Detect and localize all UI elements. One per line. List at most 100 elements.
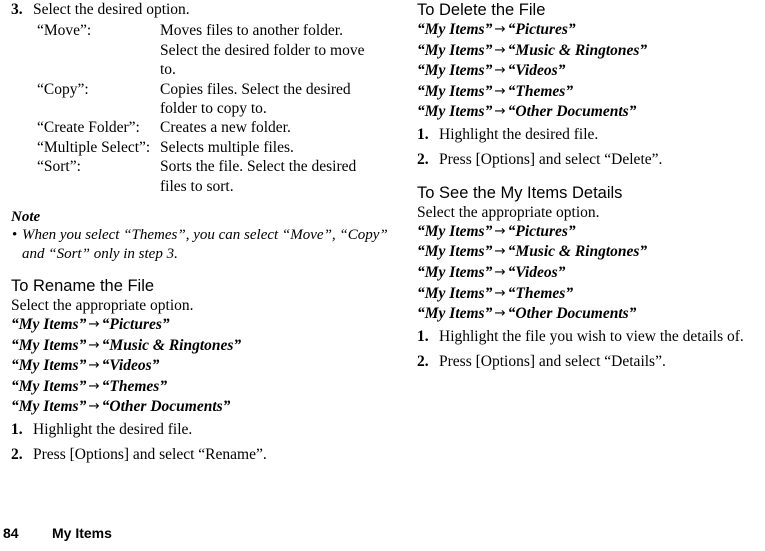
option-term: “Sort”: — [37, 158, 81, 176]
manual-page: 3. Select the desired option. “Move”: Mo… — [0, 0, 765, 551]
section-heading-delete: To Delete the File — [417, 1, 546, 19]
arrow-right-icon: → — [88, 377, 100, 394]
rename-steps: 1. Highlight the desired file. 2. Press … — [0, 420, 400, 465]
list-item: 2. Press [Options] and select “Rename”. — [0, 445, 400, 464]
note-title: Note — [11, 209, 41, 226]
table-row: “Sort”: Sorts the file. Select the desir… — [0, 157, 375, 196]
nav-path: “My Items” → “Pictures” — [0, 315, 400, 336]
arrow-right-icon: → — [494, 243, 506, 260]
list-item: 1. Highlight the desired file. — [0, 420, 400, 439]
step-number: 1. — [417, 327, 429, 345]
option-description: Copies files. Select the desired folder … — [160, 80, 351, 118]
list-item: 2. Press [Options] and select “Delete”. — [417, 150, 765, 169]
bullet-icon: • — [12, 227, 18, 244]
option-description: Moves files to another folder. Select th… — [160, 22, 365, 79]
page-number: 84 — [3, 525, 19, 541]
path-root: “My Items” — [11, 336, 87, 354]
step-text: Highlight the file you wish to view the … — [439, 327, 744, 345]
option-term: “Copy”: — [37, 80, 89, 98]
path-root: “My Items” — [417, 305, 493, 323]
path-root: “My Items” — [417, 103, 493, 121]
table-row: “Copy”: Copies files. Select the desired… — [0, 80, 375, 119]
arrow-right-icon: → — [494, 82, 506, 99]
step-text: Select the desired option. — [33, 1, 190, 18]
list-item: 2. Press [Options] and select “Details”. — [417, 352, 765, 371]
path-root: “My Items” — [417, 263, 493, 281]
arrow-right-icon: → — [494, 62, 506, 79]
nav-path: “My Items” → “Music & Ringtones” — [417, 41, 765, 62]
step-number: 2. — [417, 353, 429, 371]
path-root: “My Items” — [417, 21, 493, 38]
path-target: “Music & Ringtones” — [507, 243, 648, 261]
page-footer: 84 My Items — [0, 523, 765, 543]
arrow-right-icon: → — [494, 21, 506, 37]
step-text: Press [Options] and select “Delete”. — [439, 151, 663, 169]
path-target: “Themes” — [507, 284, 574, 302]
arrow-right-icon: → — [494, 222, 506, 239]
details-steps: 1. Highlight the file you wish to view t… — [417, 327, 765, 372]
option-description: Sorts the file. Select the desired files… — [160, 158, 357, 195]
option-description: Selects multiple files. — [160, 138, 294, 156]
nav-path: “My Items” → “Videos” — [417, 263, 765, 284]
table-row: “Create Folder”: Creates a new folder. — [0, 118, 375, 137]
arrow-right-icon: → — [494, 284, 506, 301]
section-heading-rename: To Rename the File — [11, 277, 155, 296]
arrow-right-icon: → — [88, 316, 100, 333]
path-root: “My Items” — [11, 316, 87, 334]
step-number: 2. — [11, 446, 23, 464]
path-target: “Videos” — [507, 62, 566, 80]
arrow-right-icon: → — [494, 305, 506, 322]
path-target: “Other Documents” — [507, 305, 637, 323]
path-root: “My Items” — [417, 284, 493, 302]
step-number: 3. — [11, 1, 23, 18]
step-text: Highlight the desired file. — [33, 421, 193, 439]
arrow-right-icon: → — [494, 41, 506, 58]
step-text: Highlight the desired file. — [439, 125, 599, 143]
list-item: 1. Highlight the desired file. — [417, 125, 765, 144]
step-text: Press [Options] and select “Details”. — [439, 353, 666, 371]
option-term: “Move”: — [37, 22, 92, 40]
note-item: • When you select “Themes”, you can sele… — [0, 226, 400, 263]
nav-path: “My Items” → “Themes” — [0, 377, 400, 398]
arrow-right-icon: → — [494, 103, 506, 120]
nav-path: “My Items” → “Videos” — [417, 61, 765, 82]
path-root: “My Items” — [417, 243, 493, 261]
nav-path: “My Items” → “Music & Ringtones” — [417, 242, 765, 263]
path-root: “My Items” — [11, 377, 87, 395]
nav-path: “My Items” → “Pictures” — [417, 20, 765, 41]
step-3: 3. Select the desired option. — [0, 0, 400, 19]
path-target: “Music & Ringtones” — [507, 41, 648, 59]
arrow-right-icon: → — [88, 336, 100, 353]
nav-path: “My Items” → “Other Documents” — [417, 102, 765, 123]
step-number: 2. — [417, 151, 429, 169]
nav-path: “My Items” → “Videos” — [0, 356, 400, 377]
left-column: 3. Select the desired option. “Move”: Mo… — [0, 0, 400, 465]
option-term: “Multiple Select”: — [37, 138, 151, 156]
note-text: When you select “Themes”, you can select… — [22, 227, 388, 262]
path-root: “My Items” — [417, 82, 493, 100]
path-target: “Pictures” — [101, 316, 170, 334]
step-number: 1. — [11, 421, 23, 439]
arrow-right-icon: → — [494, 263, 506, 280]
path-target: “Other Documents” — [101, 398, 231, 416]
delete-steps: 1. Highlight the desired file. 2. Press … — [417, 125, 765, 170]
rename-lead-text: Select the appropriate option. — [11, 297, 194, 315]
arrow-right-icon: → — [88, 357, 100, 374]
path-root: “My Items” — [11, 398, 87, 416]
arrow-right-icon: → — [88, 398, 100, 415]
step-text: Press [Options] and select “Rename”. — [33, 446, 267, 464]
list-item: 1. Highlight the file you wish to view t… — [417, 327, 765, 346]
step-number: 1. — [417, 125, 429, 143]
path-target: “Themes” — [101, 377, 168, 395]
page-section-title: My Items — [52, 525, 112, 541]
nav-path: “My Items” → “Themes” — [417, 82, 765, 103]
nav-path: “My Items” → “Other Documents” — [417, 304, 765, 325]
path-root: “My Items” — [11, 357, 87, 375]
options-definition-table: “Move”: Moves files to another folder. S… — [0, 21, 375, 196]
section-heading-details: To See the My Items Details — [417, 183, 623, 202]
option-term: “Create Folder”: — [37, 119, 140, 137]
table-row: “Move”: Moves files to another folder. S… — [0, 21, 375, 79]
nav-path: “My Items” → “Pictures” — [417, 222, 765, 243]
